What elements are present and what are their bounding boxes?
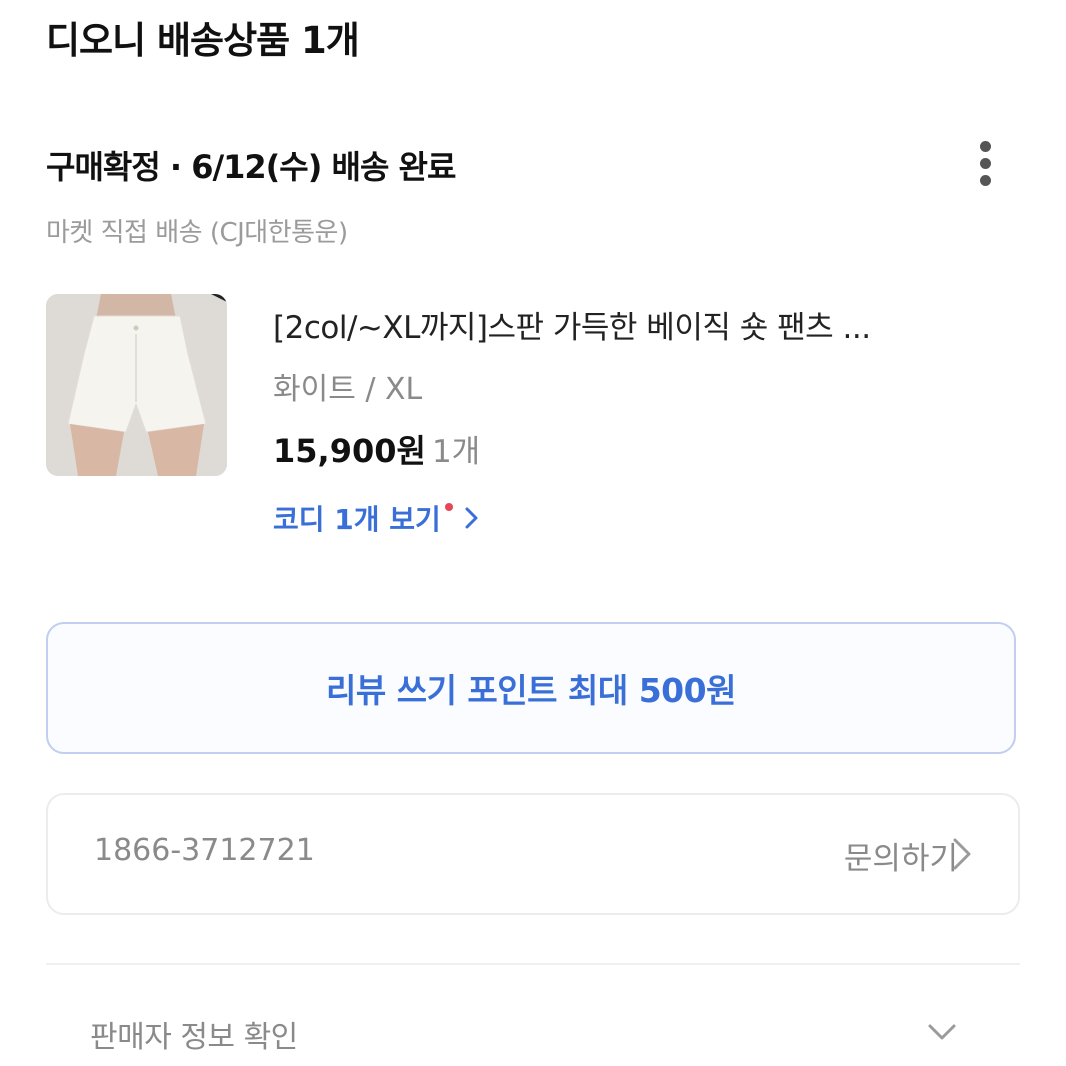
order-status: 구매확정 · 6/12(수) 배송 완료: [46, 148, 456, 186]
product-quantity: 1개: [431, 434, 481, 470]
page-title: 디오니 배송상품 1개: [46, 19, 360, 62]
phone-number: 1866-3712721: [94, 833, 315, 868]
shipping-info: 마켓 직접 배송 (CJ대한통운): [46, 218, 348, 248]
more-options-button[interactable]: [970, 138, 1002, 190]
product-thumbnail[interactable]: [46, 294, 227, 476]
product-price: 15,900원: [273, 432, 426, 470]
chevron-down-icon[interactable]: [926, 1022, 958, 1042]
notification-dot: [444, 503, 453, 511]
price-row: 15,900원 1개: [273, 426, 480, 472]
chevron-right-icon: [950, 835, 974, 873]
inquiry-label: 문의하기: [843, 841, 958, 877]
product-image: [46, 294, 227, 476]
chevron-right-icon: [465, 503, 479, 536]
section-divider: [46, 963, 1020, 965]
seller-info-label[interactable]: 판매자 정보 확인: [90, 1012, 298, 1056]
view-codi-link[interactable]: 코디 1개 보기: [273, 498, 479, 538]
write-review-label: 리뷰 쓰기 포인트 최대 500원: [326, 671, 736, 710]
product-option: 화이트 / XL: [273, 372, 423, 407]
contact-box[interactable]: 1866-3712721 문의하기: [46, 793, 1020, 915]
write-review-button[interactable]: 리뷰 쓰기 포인트 최대 500원: [46, 622, 1016, 754]
view-codi-label: 코디 1개 보기: [273, 503, 441, 536]
product-name[interactable]: [2col/~XL까지]스판 가득한 베이직 숏 팬츠 ...: [273, 302, 871, 347]
